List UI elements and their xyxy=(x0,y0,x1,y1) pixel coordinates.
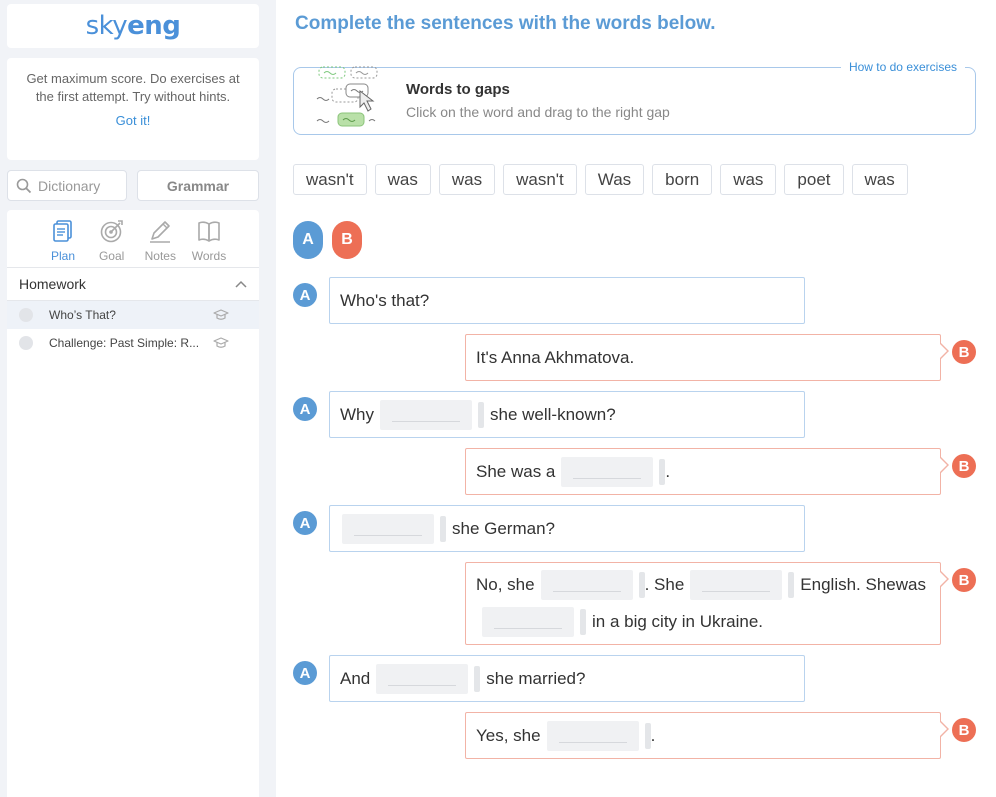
search-icon xyxy=(16,178,32,193)
tab-notes[interactable]: Notes xyxy=(140,218,180,267)
speaker-b-badge: B xyxy=(952,340,976,364)
instruction-title: Words to gaps xyxy=(406,81,510,98)
word-chip[interactable]: poet xyxy=(784,164,844,195)
instruction-subtitle: Click on the word and drag to the right … xyxy=(406,104,670,120)
speaker-a-badge: A xyxy=(293,511,317,535)
exercise-heading: Complete the sentences with the words be… xyxy=(295,13,716,34)
lesson-title: Challenge: Past Simple: R... xyxy=(49,336,200,350)
answer-gap[interactable] xyxy=(546,720,651,751)
tab-plan[interactable]: Plan xyxy=(43,218,83,267)
speaker-a-badge: A xyxy=(293,661,317,685)
lesson-status-dot xyxy=(19,336,33,350)
tip-card: Get maximum score. Do exercises at the f… xyxy=(7,58,259,160)
how-to-link[interactable]: How to do exercises xyxy=(840,60,965,74)
word-bank: wasn't was was wasn't Was born was poet … xyxy=(293,164,916,195)
lesson-title: Who’s That? xyxy=(49,308,116,322)
speaker-a-button[interactable]: A xyxy=(293,221,323,259)
dialogue-line-b: It's Anna Akhmatova. xyxy=(465,334,949,381)
speaker-b-badge: B xyxy=(952,454,976,478)
answer-gap[interactable] xyxy=(342,513,446,544)
lesson-item-challenge[interactable]: Challenge: Past Simple: R... xyxy=(7,329,259,357)
notes-icon xyxy=(150,221,171,243)
lesson-status-dot xyxy=(19,308,33,322)
grammar-button[interactable]: Grammar xyxy=(137,170,259,201)
answer-gap[interactable] xyxy=(690,570,795,601)
word-chip[interactable]: wasn't xyxy=(293,164,367,195)
dialogue-line-a: Who's that? xyxy=(329,277,805,324)
speaker-a-badge: A xyxy=(293,283,317,307)
speaker-b-button[interactable]: B xyxy=(332,221,362,259)
instruction-box: How to do exercises Words to gaps Click … xyxy=(293,60,976,135)
nav-tabs: Plan Goal Notes Words xyxy=(7,210,259,268)
words-icon xyxy=(198,221,220,242)
dictionary-placeholder: Dictionary xyxy=(38,177,101,194)
tip-text: Get maximum score. Do exercises at the f… xyxy=(26,71,240,104)
speaker-b-badge: B xyxy=(952,568,976,592)
dialogue-line-b: Yes, she . xyxy=(465,712,949,759)
word-chip[interactable]: born xyxy=(652,164,713,195)
dialogue-line-a: Why she well-known? xyxy=(329,391,805,438)
dialogue-line-b: No, she . She English. She was in a big … xyxy=(465,562,949,645)
graduation-cap-icon xyxy=(213,337,229,348)
tab-goal[interactable]: Goal xyxy=(92,218,132,267)
lesson-item-whos-that[interactable]: Who’s That? xyxy=(7,301,259,329)
got-it-link[interactable]: Got it! xyxy=(116,113,151,128)
exercise-area: Complete the sentences with the words be… xyxy=(276,0,996,797)
sidebar: skyeng Get maximum score. Do exercises a… xyxy=(0,0,266,797)
answer-gap[interactable] xyxy=(482,606,586,637)
word-chip[interactable]: was xyxy=(374,164,431,195)
homework-header[interactable]: Homework xyxy=(7,268,259,301)
answer-gap[interactable] xyxy=(380,399,484,430)
answer-gap[interactable] xyxy=(540,570,645,601)
answer-gap[interactable] xyxy=(561,456,666,487)
word-chip[interactable]: was xyxy=(438,164,496,195)
word-chip[interactable]: was xyxy=(851,164,908,195)
drag-words-illustration-icon xyxy=(316,66,378,127)
word-chip[interactable]: wasn't xyxy=(503,164,577,195)
dialogue-line-b: She was a . xyxy=(465,448,949,495)
plan-icon xyxy=(53,220,72,242)
speaker-b-badge: B xyxy=(952,718,976,742)
navigation-panel: Plan Goal Notes Words Homework Who’s Tha… xyxy=(7,210,259,797)
word-chip[interactable]: Was xyxy=(584,164,645,195)
dialogue-line-a: And she married? xyxy=(329,655,805,702)
graduation-cap-icon xyxy=(213,309,229,320)
tab-words[interactable]: Words xyxy=(189,218,229,267)
homework-title: Homework xyxy=(19,276,86,292)
goal-icon xyxy=(100,220,123,243)
dictionary-search[interactable]: Dictionary xyxy=(7,170,127,201)
logo-card: skyeng xyxy=(7,4,259,48)
dialogue-line-a: she German? xyxy=(329,505,805,552)
skyeng-logo[interactable]: skyeng xyxy=(86,11,181,41)
chevron-up-icon xyxy=(235,280,247,288)
speaker-a-badge: A xyxy=(293,397,317,421)
answer-gap[interactable] xyxy=(376,663,481,694)
word-chip[interactable]: was xyxy=(720,164,777,195)
